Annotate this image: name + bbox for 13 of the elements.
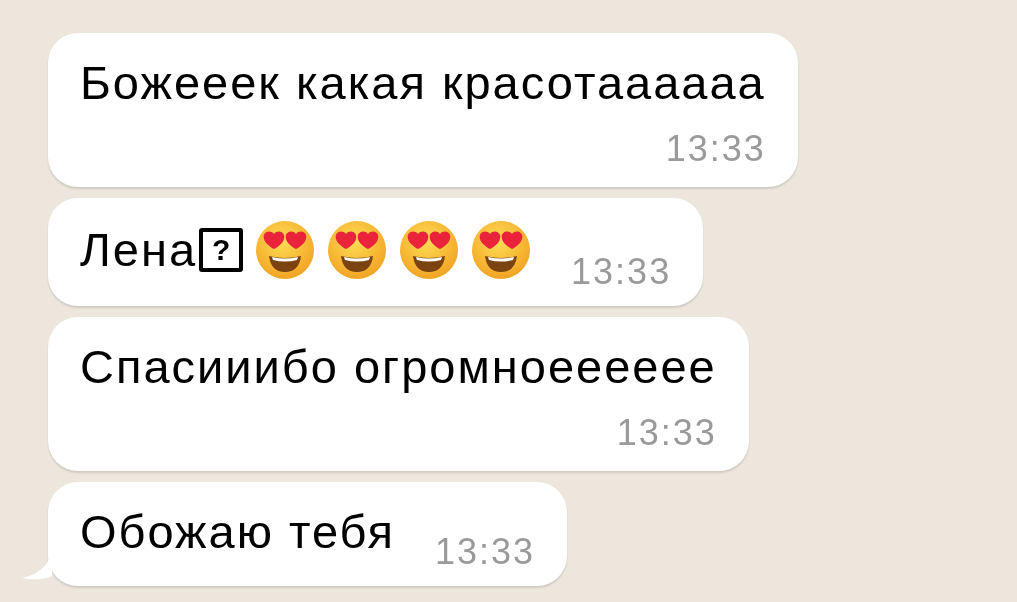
message-time: 13:33 [434, 532, 536, 572]
message-text: Обожаю тебя [80, 504, 395, 560]
heart-eyes-emoji-icon [399, 220, 460, 280]
heart-eyes-emoji-icon [327, 220, 388, 280]
message-text: Лена [80, 222, 198, 278]
message-time: 13:33 [616, 413, 717, 453]
heart-eyes-emoji-icon [255, 220, 316, 280]
message-time: 13:33 [571, 252, 672, 292]
unknown-character: ? [199, 228, 244, 272]
message-time: 13:33 [665, 129, 766, 169]
message-text: Спасииибо огромноееееее [80, 339, 717, 395]
message-text: Божееек какая красотаааааа [80, 55, 766, 111]
heart-eyes-emoji-icon [471, 220, 532, 280]
